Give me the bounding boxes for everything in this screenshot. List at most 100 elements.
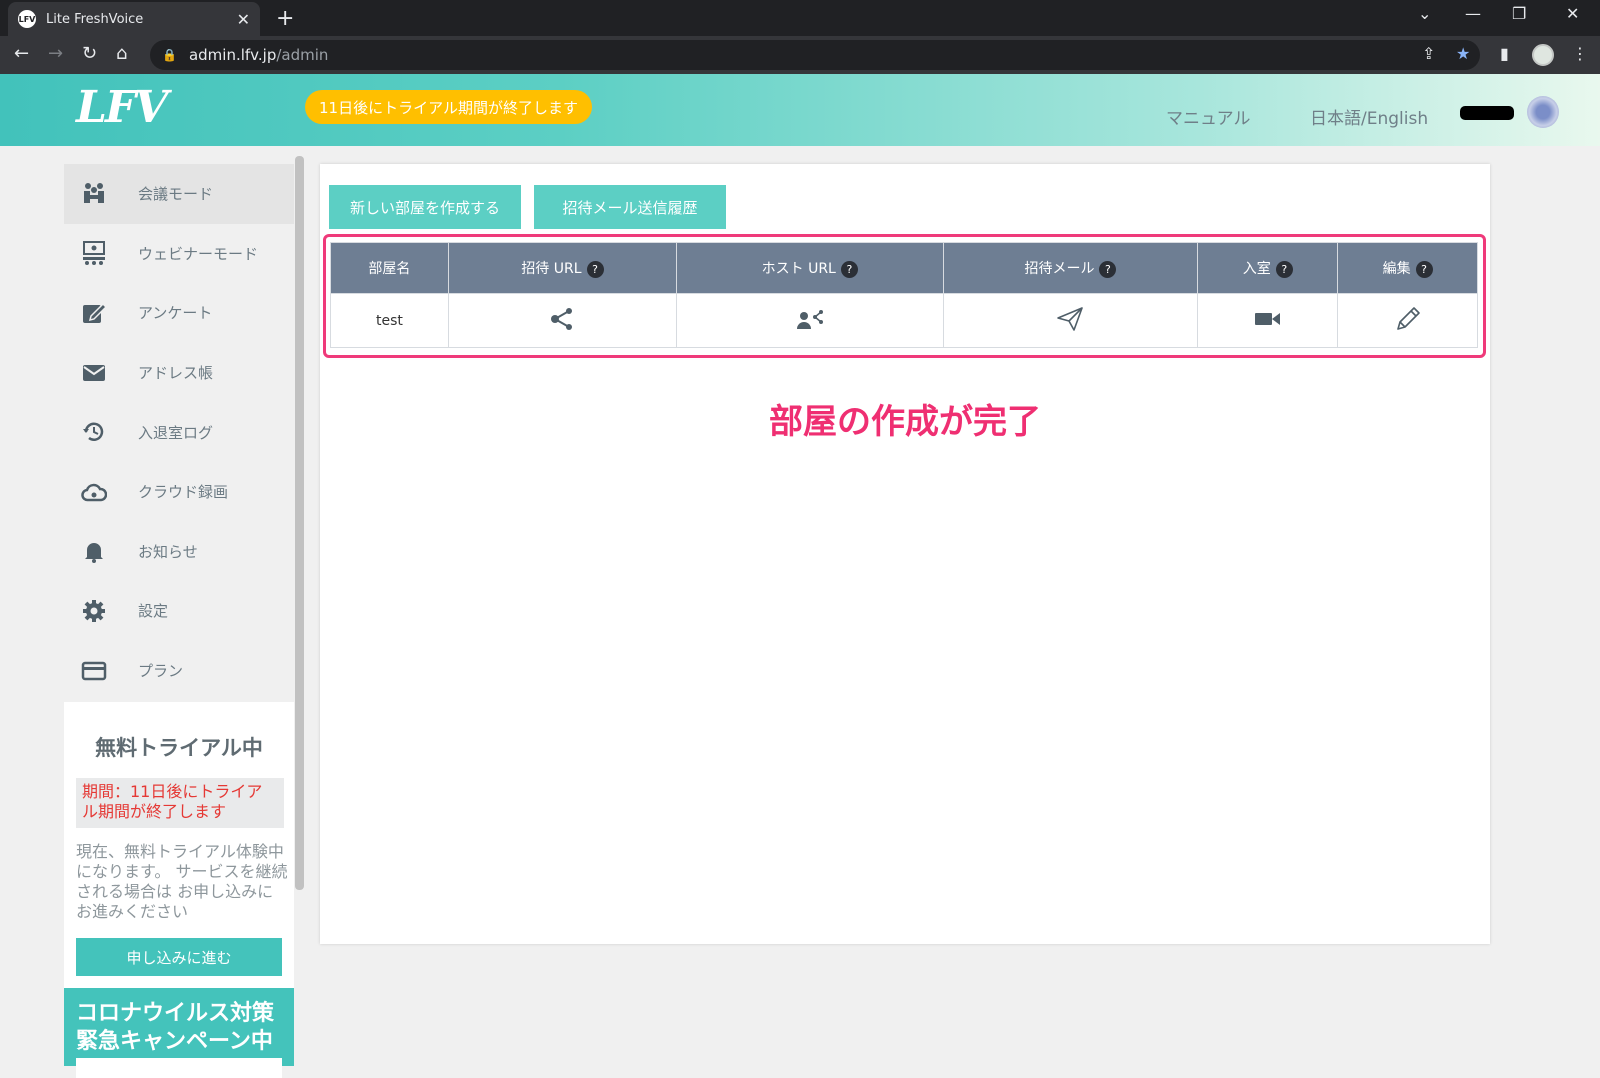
tab-title: Lite FreshVoice xyxy=(46,11,144,27)
help-icon[interactable]: ? xyxy=(586,260,604,278)
mail-icon xyxy=(80,359,108,387)
sidebar-item-cloud-recording[interactable]: クラウド録画 xyxy=(64,462,294,522)
sidebar-item-label: 会議モード xyxy=(138,185,214,204)
url-host: admin.lfv.jp xyxy=(188,46,277,64)
header-label: 編集 xyxy=(1382,261,1411,277)
help-icon[interactable]: ? xyxy=(1415,260,1433,278)
back-icon[interactable]: ← xyxy=(14,43,29,64)
cloud-icon xyxy=(80,478,108,506)
campaign-inner-box xyxy=(76,1058,282,1078)
lock-icon[interactable]: 🔒 xyxy=(162,48,177,62)
trial-title: 無料トライアル中 xyxy=(95,736,263,760)
new-tab-icon[interactable]: + xyxy=(276,6,294,31)
edit-cell xyxy=(1337,293,1478,348)
enter-cell xyxy=(1197,293,1339,348)
apply-button[interactable]: 申し込みに進む xyxy=(76,938,282,976)
header-label: ホスト URL xyxy=(761,261,836,277)
help-icon[interactable]: ? xyxy=(1275,260,1293,278)
invite-mail-cell xyxy=(942,293,1199,348)
send-icon[interactable] xyxy=(1056,306,1084,332)
language-link[interactable]: 日本語/English xyxy=(1310,104,1428,129)
trial-period: 期間：11日後にトライアル期間が終了します xyxy=(76,778,284,828)
invite-url-cell xyxy=(447,293,678,348)
browser-nav-bar: ← → ↻ ⌂ 🔒 admin.lfv.jp /admin ⇪ ★ ▮ ⋮ xyxy=(0,36,1600,74)
campaign-text: コロナウイルス対策緊急キャンペーン中 xyxy=(76,1001,275,1054)
menu-icon[interactable]: ⋮ xyxy=(1572,44,1588,63)
header-label: 部屋名 xyxy=(368,261,411,277)
gear-icon xyxy=(80,597,108,625)
sidebar-item-label: 設定 xyxy=(138,602,169,621)
header-host-url: ホスト URL? xyxy=(676,242,944,294)
help-icon[interactable]: ? xyxy=(840,260,858,278)
trial-box: 無料トライアル中 期間：11日後にトライアル期間が終了します 現在、無料トライア… xyxy=(64,702,294,988)
sidebar-item-meeting[interactable]: 会議モード xyxy=(64,164,294,224)
sidebar-item-label: 入退室ログ xyxy=(138,423,214,442)
sidebar-item-label: クラウド録画 xyxy=(138,483,229,502)
browser-tab[interactable]: LFV Lite FreshVoice ✕ xyxy=(8,2,260,36)
sidebar-item-address-book[interactable]: アドレス帳 xyxy=(64,343,294,403)
card-icon xyxy=(80,657,108,685)
rooms-table: 部屋名 招待 URL? ホスト URL? 招待メール? 入室? 編集? test xyxy=(330,242,1478,348)
history-icon xyxy=(80,418,108,446)
sidebar-item-notifications[interactable]: お知らせ xyxy=(64,522,294,582)
sidebar-item-label: ウェビナーモード xyxy=(138,244,259,263)
room-name-cell: test xyxy=(330,293,449,348)
share-icon[interactable]: ⇪ xyxy=(1422,44,1435,63)
user-name-redacted[interactable] xyxy=(1460,106,1514,120)
home-icon[interactable]: ⌂ xyxy=(116,43,127,64)
restore-icon[interactable]: ❐ xyxy=(1512,4,1526,23)
completion-message: 部屋の作成が完了 xyxy=(769,402,1041,442)
pencil-icon[interactable] xyxy=(1395,306,1421,332)
bell-icon xyxy=(80,537,108,565)
host-share-icon[interactable] xyxy=(796,307,824,331)
trial-description: 現在、無料トライアル体験中 になります。 サービスを継続される場合は お申し込み… xyxy=(76,842,288,921)
table-row: test xyxy=(330,293,1478,348)
header-label: 招待メール xyxy=(1024,261,1095,277)
url-path: /admin xyxy=(276,46,329,64)
survey-icon xyxy=(80,299,108,327)
tab-search-icon[interactable]: ⌄ xyxy=(1418,4,1431,23)
reload-icon[interactable]: ↻ xyxy=(82,43,97,64)
sidebar-item-plan[interactable]: プラン xyxy=(64,641,294,701)
host-url-cell xyxy=(676,293,944,348)
address-bar[interactable]: 🔒 admin.lfv.jp /admin xyxy=(150,40,1480,70)
sidebar-item-label: アンケート xyxy=(138,304,213,323)
share-icon[interactable] xyxy=(550,307,574,331)
sidebar-scrollbar[interactable] xyxy=(295,156,304,890)
sidebar-item-label: アドレス帳 xyxy=(138,364,214,383)
forward-icon[interactable]: → xyxy=(48,43,63,64)
video-camera-icon[interactable] xyxy=(1254,310,1282,328)
close-window-icon[interactable]: ✕ xyxy=(1566,4,1579,23)
profile-avatar[interactable] xyxy=(1532,44,1554,66)
sidebar-item-settings[interactable]: 設定 xyxy=(64,581,294,641)
sidebar-item-webinar[interactable]: ウェビナーモード xyxy=(64,224,294,284)
lfv-logo[interactable]: LFV xyxy=(76,82,168,133)
minimize-icon[interactable]: — xyxy=(1465,4,1481,23)
new-room-button[interactable]: 新しい部屋を作成する xyxy=(329,185,521,229)
close-tab-icon[interactable]: ✕ xyxy=(237,10,250,29)
trial-notice-badge: 11日後にトライアル期間が終了します xyxy=(305,90,592,124)
side-panel-icon[interactable]: ▮ xyxy=(1500,44,1509,63)
sidebar-item-survey[interactable]: アンケート xyxy=(64,283,294,343)
invite-history-button[interactable]: 招待メール送信履歴 xyxy=(534,185,726,229)
user-avatar[interactable] xyxy=(1527,96,1559,128)
meeting-icon xyxy=(80,180,108,208)
campaign-banner[interactable]: コロナウイルス対策緊急キャンペーン中 xyxy=(64,988,294,1078)
webinar-icon xyxy=(80,239,108,267)
header-room-name: 部屋名 xyxy=(330,242,449,294)
sidebar-item-entry-log[interactable]: 入退室ログ xyxy=(64,402,294,462)
favicon-icon: LFV xyxy=(18,10,36,28)
app-header: LFV 11日後にトライアル期間が終了します マニュアル 日本語/English xyxy=(0,74,1600,146)
manual-link[interactable]: マニュアル xyxy=(1166,104,1251,129)
header-invite-mail: 招待メール? xyxy=(942,242,1199,294)
bookmark-star-icon[interactable]: ★ xyxy=(1456,44,1470,63)
header-invite-url: 招待 URL? xyxy=(447,242,678,294)
header-label: 入室 xyxy=(1242,261,1271,277)
header-edit: 編集? xyxy=(1337,242,1478,294)
sidebar: 会議モード ウェビナーモード アンケート アドレス帳 入退室ログ クラウド録画 xyxy=(64,164,294,702)
browser-tab-bar: LFV Lite FreshVoice ✕ + ⌄ — ❐ ✕ xyxy=(0,0,1600,36)
header-label: 招待 URL xyxy=(521,261,582,277)
table-header-row: 部屋名 招待 URL? ホスト URL? 招待メール? 入室? 編集? xyxy=(330,242,1478,294)
help-icon[interactable]: ? xyxy=(1099,260,1117,278)
header-enter: 入室? xyxy=(1197,242,1339,294)
